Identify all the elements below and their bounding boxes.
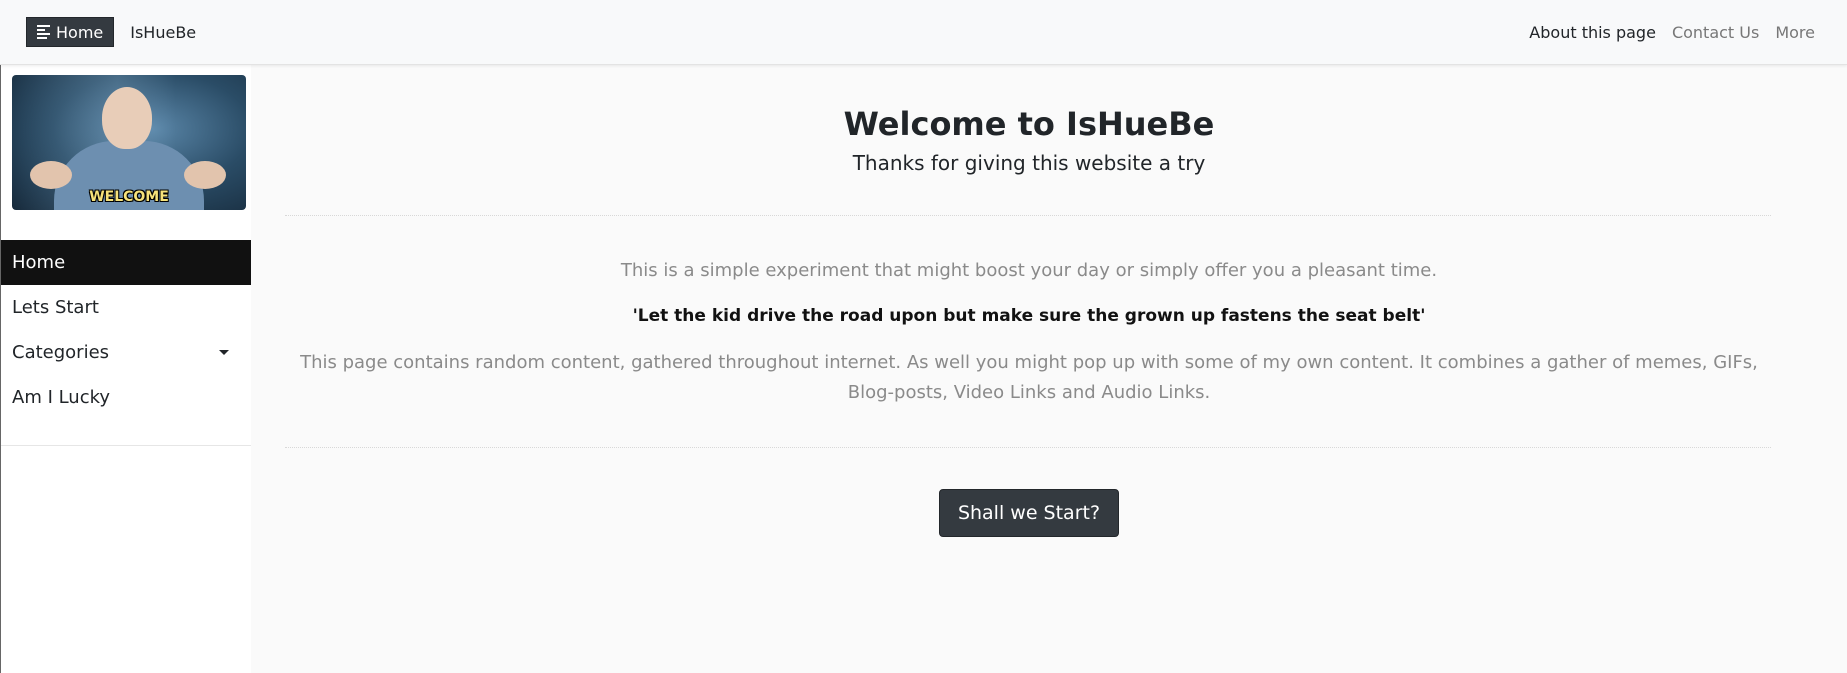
nav-links: About this page Contact Us More xyxy=(1529,23,1815,42)
welcome-caption: WELCOME xyxy=(89,189,169,205)
sidebar-item-label: Lets Start xyxy=(12,297,99,318)
intro-text: This is a simple experiment that might b… xyxy=(620,260,1438,281)
sidebar: WELCOME Home Lets Start Categories Am I … xyxy=(0,65,251,673)
divider-top xyxy=(285,215,1771,216)
page-subtitle: Thanks for giving this website a try xyxy=(852,151,1206,175)
sidebar-item-home[interactable]: Home xyxy=(1,240,251,285)
brand-link[interactable]: IsHueBe xyxy=(130,23,196,42)
sidebar-item-categories[interactable]: Categories xyxy=(1,330,251,375)
sidebar-item-label: Categories xyxy=(12,342,110,363)
sidebar-divider xyxy=(1,445,251,446)
start-button[interactable]: Shall we Start? xyxy=(939,489,1119,537)
nav-link-about[interactable]: About this page xyxy=(1529,23,1656,42)
caret-down-icon xyxy=(219,350,229,355)
sidebar-menu: Home Lets Start Categories Am I Lucky xyxy=(1,240,251,420)
sidebar-item-label: Am I Lucky xyxy=(12,387,111,408)
page-title: Welcome to IsHueBe xyxy=(843,105,1215,143)
top-navbar: Home IsHueBe About this page Contact Us … xyxy=(0,0,1847,65)
nav-link-more[interactable]: More xyxy=(1775,23,1815,42)
sidebar-toggle-button[interactable]: Home xyxy=(26,17,115,47)
main-content: Welcome to IsHueBe Thanks for giving thi… xyxy=(251,65,1847,673)
sidebar-item-label: Home xyxy=(12,252,66,273)
sidebar-item-am-i-lucky[interactable]: Am I Lucky xyxy=(1,375,251,420)
sidebar-toggle-label: Home xyxy=(56,22,104,42)
menu-icon xyxy=(37,25,50,39)
welcome-gif-image: WELCOME xyxy=(12,75,246,210)
nav-link-contact[interactable]: Contact Us xyxy=(1672,23,1759,42)
quote-text: 'Let the kid drive the road upon but mak… xyxy=(632,306,1426,326)
sidebar-item-lets-start[interactable]: Lets Start xyxy=(1,285,251,330)
description-text: This page contains random content, gathe… xyxy=(300,352,1758,403)
divider-bottom xyxy=(285,447,1771,448)
